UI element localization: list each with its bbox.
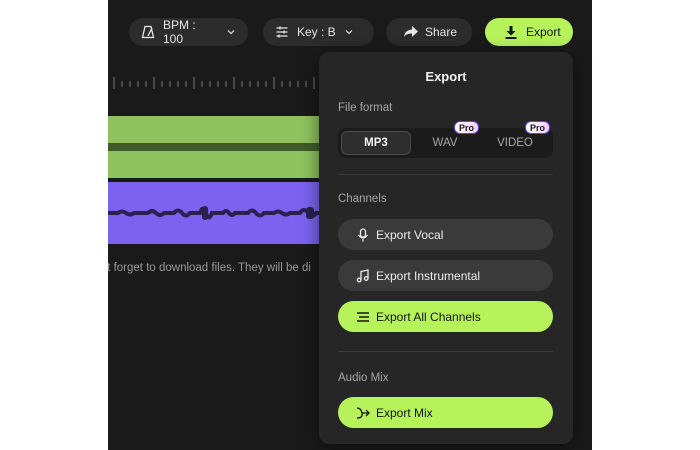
button-label: Export Instrumental <box>376 268 481 283</box>
file-format-label: File format <box>338 102 393 114</box>
export-mix-button[interactable]: Export Mix <box>338 397 553 428</box>
pro-badge: Pro <box>525 121 551 134</box>
key-label: Key : B <box>297 25 336 39</box>
section-divider <box>338 174 553 175</box>
format-label: WAV <box>432 137 458 149</box>
audio-mix-label: Audio Mix <box>338 372 389 384</box>
section-divider <box>338 351 553 352</box>
metronome-icon <box>141 25 155 39</box>
bpm-dropdown[interactable]: BPM : 100 <box>129 18 248 46</box>
instrumental-waveform <box>108 206 328 220</box>
timeline-ruler[interactable] <box>108 75 328 91</box>
bpm-label: BPM : 100 <box>163 18 196 46</box>
chevron-down-icon <box>226 27 236 37</box>
music-note-icon <box>356 268 370 283</box>
format-label: MP3 <box>364 137 388 149</box>
button-label: Export Mix <box>376 405 433 420</box>
export-panel: Export File format MP3 WAV Pro VIDEO Pro… <box>319 52 573 444</box>
channels-label: Channels <box>338 193 387 205</box>
file-format-selector: MP3 WAV Pro VIDEO Pro <box>338 121 553 158</box>
button-label: Export All Channels <box>376 309 481 324</box>
tune-sliders-icon <box>275 25 289 39</box>
key-dropdown[interactable]: Key : B <box>263 18 374 46</box>
export-all-channels-button[interactable]: Export All Channels <box>338 301 553 332</box>
export-vocal-button[interactable]: Export Vocal <box>338 219 553 250</box>
format-option-video[interactable]: VIDEO Pro <box>480 121 551 155</box>
panel-title: Export <box>425 69 467 84</box>
share-button[interactable]: Share <box>386 18 472 46</box>
share-arrow-icon <box>404 26 418 38</box>
lines-icon <box>356 311 370 323</box>
download-icon <box>505 25 517 39</box>
button-label: Export Vocal <box>376 227 444 242</box>
export-label: Export <box>526 25 561 39</box>
export-button[interactable]: Export <box>485 18 573 46</box>
download-notice: 't forget to download files. They will b… <box>108 262 311 274</box>
merge-arrow-icon <box>356 406 370 420</box>
export-instrumental-button[interactable]: Export Instrumental <box>338 260 553 291</box>
share-label: Share <box>425 25 458 39</box>
format-label: VIDEO <box>497 137 533 149</box>
pro-badge: Pro <box>454 121 480 134</box>
format-option-mp3[interactable]: MP3 <box>341 131 411 155</box>
format-option-wav[interactable]: WAV Pro <box>410 121 480 155</box>
chevron-down-icon <box>344 27 354 37</box>
microphone-icon <box>356 227 370 242</box>
